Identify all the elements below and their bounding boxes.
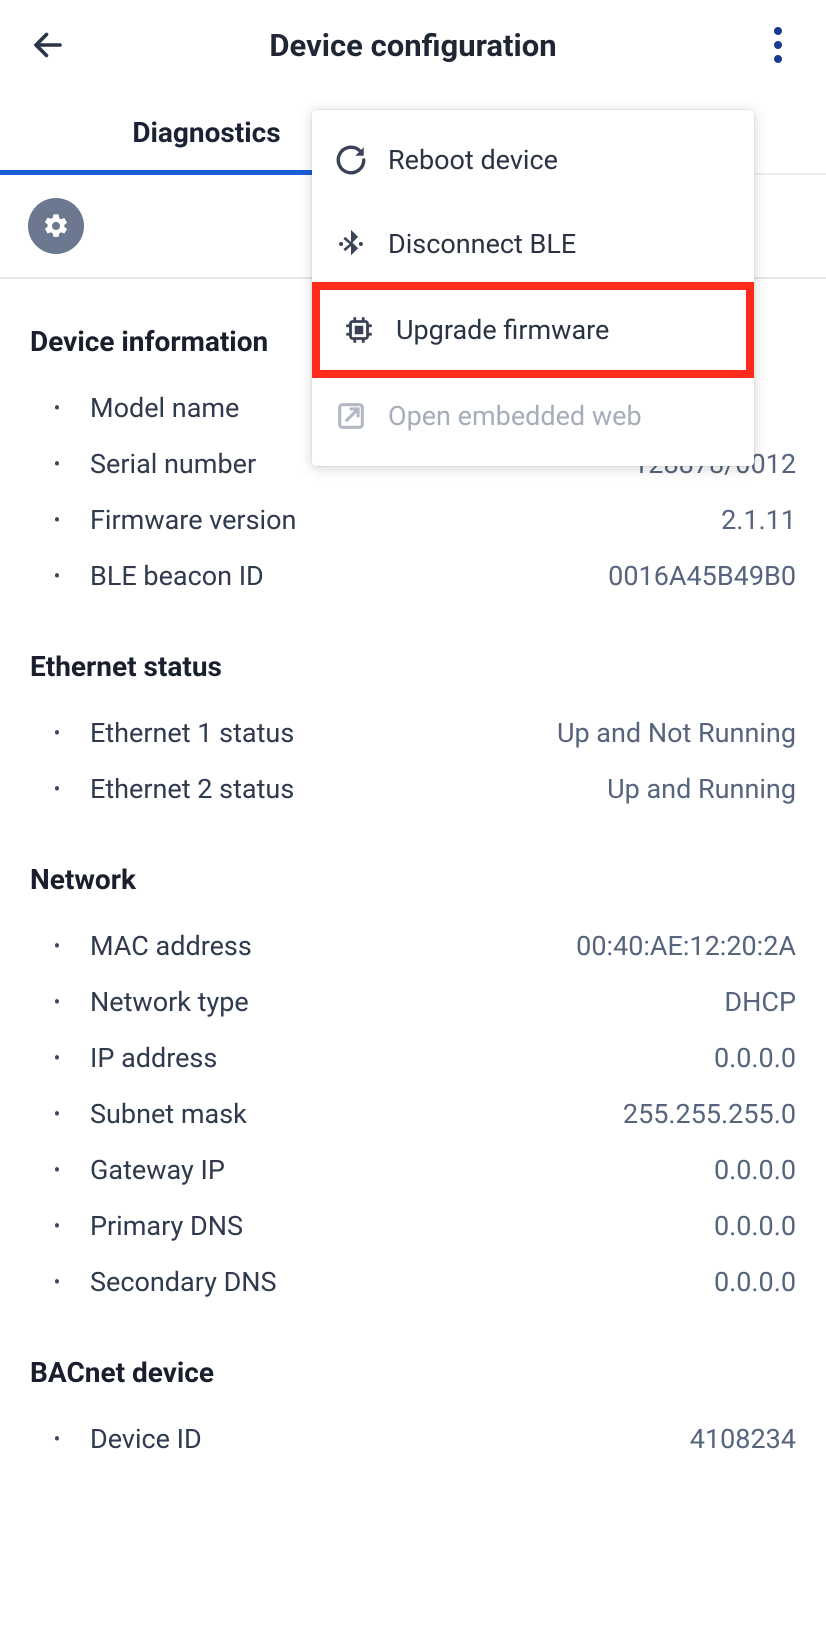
row-label: BLE beacon ID [66, 560, 264, 592]
section-bacnet-title: BACnet device [30, 1356, 796, 1389]
row-value: 0.0.0.0 [243, 1210, 796, 1242]
row-value: DHCP [249, 986, 796, 1018]
row-ethernet-1: • Ethernet 1 status Up and Not Running [30, 705, 796, 761]
refresh-icon [334, 143, 368, 177]
row-label: Serial number [66, 448, 256, 480]
bullet-icon: • [30, 454, 66, 474]
row-value: 0.0.0.0 [225, 1154, 796, 1186]
overflow-menu-button[interactable] [758, 0, 798, 90]
menu-reboot-device[interactable]: Reboot device [312, 118, 754, 202]
menu-open-embedded-web[interactable]: Open embedded web [312, 374, 754, 458]
row-ethernet-2: • Ethernet 2 status Up and Running [30, 761, 796, 817]
menu-item-label: Open embedded web [388, 400, 642, 432]
row-value: 0.0.0.0 [217, 1042, 796, 1074]
bullet-icon: • [30, 1216, 66, 1236]
row-value: Up and Running [294, 773, 796, 805]
row-value: 00:40:AE:12:20:2A [252, 930, 796, 962]
bullet-icon: • [30, 1048, 66, 1068]
page-title: Device configuration [0, 27, 826, 64]
bullet-icon: • [30, 936, 66, 956]
section-network-title: Network [30, 863, 796, 896]
row-value: 2.1.11 [296, 504, 796, 536]
menu-disconnect-ble[interactable]: Disconnect BLE [312, 202, 754, 286]
bullet-icon: • [30, 566, 66, 586]
row-device-id: • Device ID 4108234 [30, 1411, 796, 1467]
row-value: 255.255.255.0 [247, 1098, 796, 1130]
bullet-icon: • [30, 779, 66, 799]
bluetooth-icon [334, 227, 368, 261]
row-label: Firmware version [66, 504, 296, 536]
content-area: Device information • Model name • Serial… [0, 325, 826, 1507]
row-label: Gateway IP [66, 1154, 225, 1186]
back-button[interactable] [28, 25, 68, 65]
menu-upgrade-firmware[interactable]: Upgrade firmware [312, 282, 754, 378]
menu-item-label: Upgrade firmware [396, 314, 609, 346]
more-vertical-icon [774, 27, 782, 63]
row-label: Subnet mask [66, 1098, 247, 1130]
row-label: Primary DNS [66, 1210, 243, 1242]
row-network-type: • Network type DHCP [30, 974, 796, 1030]
row-label: Network type [66, 986, 249, 1018]
bullet-icon: • [30, 1160, 66, 1180]
row-gateway-ip: • Gateway IP 0.0.0.0 [30, 1142, 796, 1198]
bullet-icon: • [30, 992, 66, 1012]
bullet-icon: • [30, 723, 66, 743]
gear-icon [42, 212, 70, 240]
external-link-icon [334, 399, 368, 433]
chip-icon [342, 313, 376, 347]
bullet-icon: • [30, 1429, 66, 1449]
row-value: 0016A45B49B0 [264, 560, 796, 592]
section-ethernet-title: Ethernet status [30, 650, 796, 683]
bullet-icon: • [30, 510, 66, 530]
bullet-icon: • [30, 1272, 66, 1292]
overflow-menu: Reboot device Disconnect BLE Upgrade fir… [312, 110, 754, 466]
bullet-icon: • [30, 1104, 66, 1124]
settings-chip[interactable] [28, 198, 84, 254]
app-header: Device configuration [0, 0, 826, 90]
row-value: 4108234 [202, 1423, 796, 1455]
row-ip-address: • IP address 0.0.0.0 [30, 1030, 796, 1086]
row-mac-address: • MAC address 00:40:AE:12:20:2A [30, 918, 796, 974]
menu-item-label: Disconnect BLE [388, 228, 576, 260]
row-value: 0.0.0.0 [277, 1266, 796, 1298]
row-label: Secondary DNS [66, 1266, 277, 1298]
row-label: MAC address [66, 930, 252, 962]
row-subnet-mask: • Subnet mask 255.255.255.0 [30, 1086, 796, 1142]
menu-item-label: Reboot device [388, 144, 558, 176]
row-label: Model name [66, 392, 239, 424]
row-label: Ethernet 2 status [66, 773, 294, 805]
arrow-left-icon [30, 27, 66, 63]
row-value: Up and Not Running [294, 717, 796, 749]
row-label: IP address [66, 1042, 217, 1074]
row-primary-dns: • Primary DNS 0.0.0.0 [30, 1198, 796, 1254]
row-secondary-dns: • Secondary DNS 0.0.0.0 [30, 1254, 796, 1310]
bullet-icon: • [30, 398, 66, 418]
row-label: Device ID [66, 1423, 202, 1455]
row-ble-beacon-id: • BLE beacon ID 0016A45B49B0 [30, 548, 796, 604]
row-firmware-version: • Firmware version 2.1.11 [30, 492, 796, 548]
row-label: Ethernet 1 status [66, 717, 294, 749]
